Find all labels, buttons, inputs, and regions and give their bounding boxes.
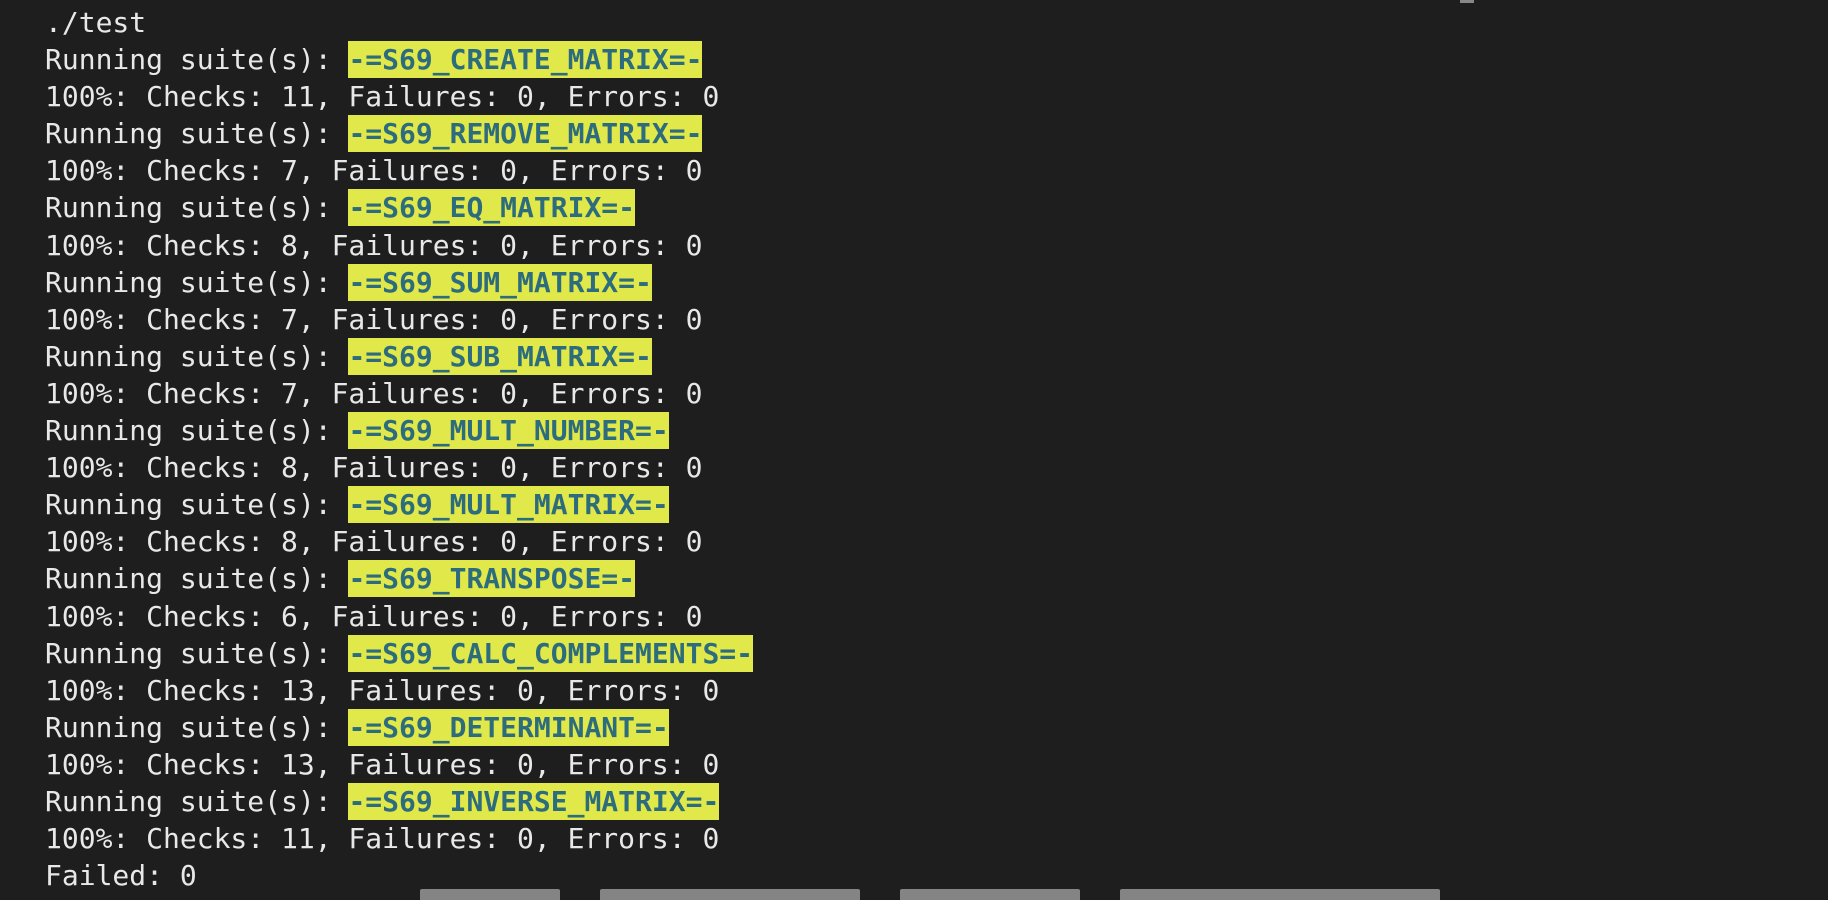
suite-prefix: Running suite(s):: [45, 265, 349, 299]
suite-result: 100%: Checks: 13, Failures: 0, Errors: 0: [45, 673, 720, 707]
clipped-text-fragment: [420, 889, 560, 900]
clipped-text-fragment: [600, 889, 860, 900]
suite-name: -=S69_SUM_MATRIX=-: [348, 263, 652, 301]
suite-result: 100%: Checks: 13, Failures: 0, Errors: 0: [45, 747, 720, 781]
suite-line: Running suite(s): -=S69_CREATE_MATRIX=-: [45, 41, 1828, 79]
suite-line: Running suite(s): -=S69_INVERSE_MATRIX=-: [45, 782, 1828, 820]
suite-result: 100%: Checks: 8, Failures: 0, Errors: 0: [45, 228, 703, 262]
suite-result: 100%: Checks: 11, Failures: 0, Errors: 0: [45, 80, 720, 114]
suite-line: Running suite(s): -=S69_MULT_NUMBER=-: [45, 412, 1828, 450]
suite-name: -=S69_DETERMINANT=-: [348, 708, 669, 746]
suite-name: -=S69_SUB_MATRIX=-: [348, 337, 652, 375]
suite-name: -=S69_TRANSPOSE=-: [348, 560, 636, 598]
suite-prefix: Running suite(s):: [45, 636, 349, 670]
suite-name: -=S69_MULT_MATRIX=-: [348, 486, 669, 524]
suite-name: -=S69_CALC_COMPLEMENTS=-: [348, 634, 754, 672]
suite-line: Running suite(s): -=S69_REMOVE_MATRIX=-: [45, 115, 1828, 153]
suite-line: Running suite(s): -=S69_SUB_MATRIX=-: [45, 337, 1828, 375]
suite-result: 100%: Checks: 8, Failures: 0, Errors: 0: [45, 451, 703, 485]
suite-name: -=S69_INVERSE_MATRIX=-: [348, 782, 720, 820]
suite-line: Running suite(s): -=S69_DETERMINANT=-: [45, 708, 1828, 746]
suite-line: Running suite(s): -=S69_SUM_MATRIX=-: [45, 263, 1828, 301]
suite-prefix: Running suite(s):: [45, 117, 349, 151]
suite-name: -=S69_CREATE_MATRIX=-: [348, 41, 703, 79]
suite-name: -=S69_MULT_NUMBER=-: [348, 412, 669, 450]
suite-line: Running suite(s): -=S69_MULT_MATRIX=-: [45, 486, 1828, 524]
clipped-text-fragment: [1460, 0, 1474, 3]
suite-line: Running suite(s): -=S69_EQ_MATRIX=-: [45, 189, 1828, 227]
suite-line: Running suite(s): -=S69_CALC_COMPLEMENTS…: [45, 634, 1828, 672]
suite-result: 100%: Checks: 6, Failures: 0, Errors: 0: [45, 599, 703, 633]
suite-prefix: Running suite(s):: [45, 339, 349, 373]
clipped-next-line: [420, 888, 1620, 900]
suite-prefix: Running suite(s):: [45, 43, 349, 77]
suite-prefix: Running suite(s):: [45, 784, 349, 818]
clipped-text-fragment: [900, 889, 1080, 900]
suite-prefix: Running suite(s):: [45, 562, 349, 596]
suite-prefix: Running suite(s):: [45, 191, 349, 225]
terminal-window[interactable]: ./test Running suite(s): -=S69_CREATE_MA…: [0, 0, 1828, 900]
suite-result: 100%: Checks: 7, Failures: 0, Errors: 0: [45, 376, 703, 410]
suite-prefix: Running suite(s):: [45, 710, 349, 744]
terminal-output: ./test Running suite(s): -=S69_CREATE_MA…: [45, 4, 1828, 894]
suite-line: Running suite(s): -=S69_TRANSPOSE=-: [45, 560, 1828, 598]
suite-result: 100%: Checks: 7, Failures: 0, Errors: 0: [45, 302, 703, 336]
suite-prefix: Running suite(s):: [45, 414, 349, 448]
suite-result: 100%: Checks: 8, Failures: 0, Errors: 0: [45, 525, 703, 559]
suite-name: -=S69_EQ_MATRIX=-: [348, 189, 636, 227]
suite-result: 100%: Checks: 7, Failures: 0, Errors: 0: [45, 154, 703, 188]
suite-name: -=S69_REMOVE_MATRIX=-: [348, 115, 703, 153]
clipped-text-fragment: [1120, 889, 1440, 900]
suite-prefix: Running suite(s):: [45, 488, 349, 522]
suite-result: 100%: Checks: 11, Failures: 0, Errors: 0: [45, 822, 720, 856]
command-line: ./test: [45, 6, 147, 39]
